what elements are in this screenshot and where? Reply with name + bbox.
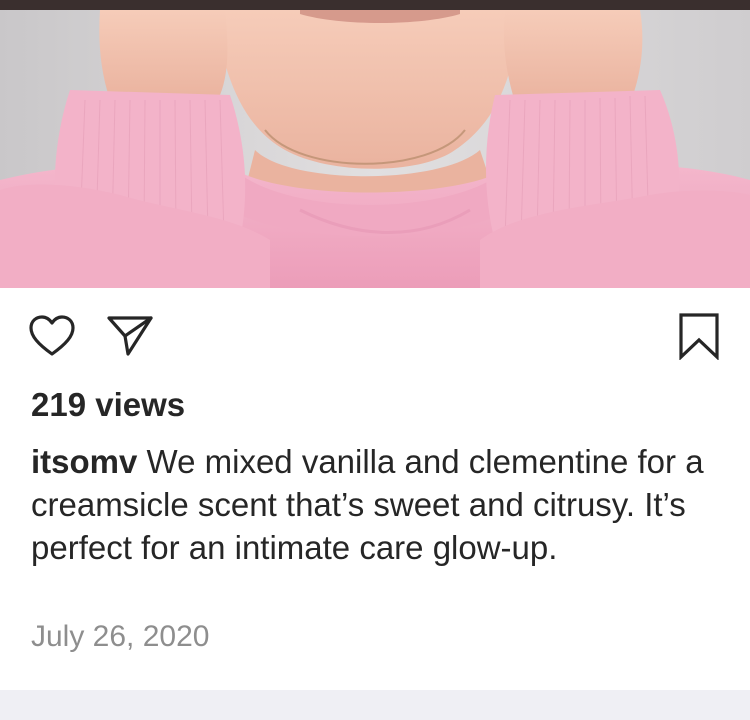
caption-username[interactable]: itsomv [31,443,137,480]
bottom-divider [0,690,750,720]
bookmark-icon[interactable] [678,312,720,361]
post-caption: itsomv We mixed vanilla and clementine f… [31,440,731,569]
post-date: July 26, 2020 [31,620,210,653]
post-image-illustration [0,10,750,288]
heart-icon[interactable] [28,314,76,358]
post-image[interactable] [0,10,750,288]
instagram-post: 219 views itsomv We mixed vanilla and cl… [0,0,750,720]
top-divider [0,0,750,10]
action-bar [0,288,750,378]
view-count[interactable]: 219 views [31,386,185,424]
paper-plane-icon[interactable] [106,314,154,358]
